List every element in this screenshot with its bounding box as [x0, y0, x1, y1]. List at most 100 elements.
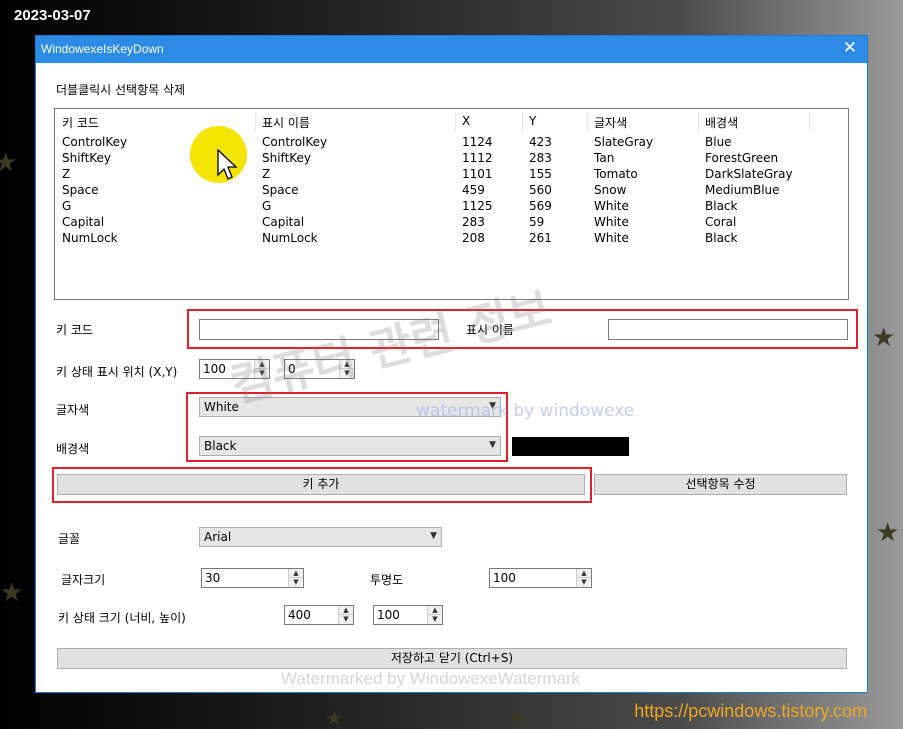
list-cell[interactable]: MediumBlue — [705, 183, 780, 197]
list-cell[interactable]: NumLock — [262, 231, 318, 245]
font-select[interactable]: Arial ▼ — [199, 527, 442, 547]
keycode-label: 키 코드 — [56, 323, 93, 337]
list-cell[interactable]: Capital — [262, 215, 304, 229]
stepper-buttons: ▲ ▼ — [576, 569, 591, 587]
list-cell[interactable]: ControlKey — [262, 135, 327, 149]
delete-hint: 더블클릭시 선택항목 삭제 — [56, 83, 186, 97]
stepper-buttons: ▲ ▼ — [427, 606, 442, 624]
list-cell[interactable]: 59 — [529, 215, 544, 229]
list-cell[interactable]: 459 — [462, 183, 485, 197]
list-cell[interactable]: 261 — [529, 231, 552, 245]
list-cell[interactable]: White — [594, 231, 629, 245]
stepper-down-icon[interactable]: ▼ — [428, 615, 442, 624]
box-width-stepper[interactable]: 400 ▲ ▼ — [284, 605, 354, 625]
column-header-back-color[interactable]: 배경색 — [705, 114, 738, 131]
chevron-down-icon: ▼ — [489, 440, 496, 450]
list-cell[interactable]: Z — [262, 167, 270, 181]
list-cell[interactable]: Capital — [62, 215, 104, 229]
column-header-y[interactable]: Y — [529, 114, 536, 128]
list-cell[interactable]: 1125 — [462, 199, 493, 213]
position-label: 키 상태 표시 위치 (X,Y) — [56, 365, 178, 379]
list-cell[interactable]: 283 — [529, 151, 552, 165]
add-key-button[interactable]: 키 추가 — [57, 474, 585, 495]
column-header-display-name[interactable]: 표시 이름 — [262, 114, 310, 131]
list-cell[interactable]: NumLock — [62, 231, 118, 245]
list-cell[interactable]: Black — [705, 199, 737, 213]
position-x-value: 100 — [203, 362, 226, 376]
list-cell[interactable]: Blue — [705, 135, 732, 149]
list-cell[interactable]: 1124 — [462, 135, 493, 149]
list-cell[interactable]: Z — [62, 167, 70, 181]
column-header-x[interactable]: X — [462, 114, 470, 128]
list-cell[interactable]: 208 — [462, 231, 485, 245]
star-decoration-icon: ★ — [876, 518, 900, 548]
stepper-down-icon[interactable]: ▼ — [339, 615, 353, 624]
star-decoration-icon: ★ — [0, 148, 18, 178]
column-divider — [522, 112, 523, 131]
column-header-keycode[interactable]: 키 코드 — [62, 114, 99, 131]
font-size-stepper[interactable]: 30 ▲ ▼ — [201, 568, 304, 588]
watermark-windowexe: watermark by windowexe — [416, 401, 635, 421]
list-cell[interactable]: ForestGreen — [705, 151, 778, 165]
back-color-select[interactable]: Black ▼ — [199, 436, 501, 456]
back-color-value: Black — [204, 439, 237, 453]
font-value: Arial — [204, 530, 232, 544]
key-list[interactable]: 키 코드 표시 이름 X Y 글자색 배경색 ControlKey Control… — [54, 108, 849, 300]
list-cell[interactable]: Coral — [705, 215, 736, 229]
stepper-up-icon[interactable]: ▲ — [428, 606, 442, 615]
title-bar: WindowexeIsKeyDown ✕ — [36, 36, 867, 63]
list-cell[interactable]: Space — [62, 183, 99, 197]
list-cell[interactable]: Space — [262, 183, 299, 197]
watermark-footer: Watermarked by WindowexeWatermark — [281, 669, 581, 688]
box-size-label: 키 상태 크기 (너비, 높이) — [58, 611, 186, 625]
opacity-label: 투명도 — [370, 573, 404, 587]
list-cell[interactable]: White — [594, 215, 629, 229]
star-decoration-icon: ★ — [325, 706, 343, 729]
stepper-up-icon[interactable]: ▲ — [339, 606, 353, 615]
stepper-down-icon[interactable]: ▼ — [289, 578, 303, 587]
chevron-down-icon: ▼ — [430, 531, 437, 541]
star-decoration-icon: ★ — [508, 704, 526, 728]
list-cell[interactable]: G — [62, 199, 71, 213]
stepper-buttons: ▲ ▼ — [288, 569, 303, 587]
list-cell[interactable]: Tomato — [594, 167, 638, 181]
list-cell[interactable]: 423 — [529, 135, 552, 149]
close-icon[interactable]: ✕ — [843, 38, 857, 58]
stepper-up-icon[interactable]: ▲ — [289, 569, 303, 578]
list-cell[interactable]: ShiftKey — [62, 151, 111, 165]
column-header-fore-color[interactable]: 글자색 — [594, 114, 627, 131]
list-cell[interactable]: ControlKey — [62, 135, 127, 149]
list-cell[interactable]: Snow — [594, 183, 626, 197]
column-divider — [587, 112, 588, 131]
display-name-input[interactable] — [608, 319, 848, 340]
list-cell[interactable]: 560 — [529, 183, 552, 197]
fore-color-value: White — [204, 400, 239, 414]
opacity-value: 100 — [493, 571, 516, 585]
list-cell[interactable]: 155 — [529, 167, 552, 181]
source-url: https://pcwindows.tistory.com — [634, 701, 867, 721]
stepper-down-icon[interactable]: ▼ — [577, 578, 591, 587]
column-divider — [255, 112, 256, 131]
save-close-button[interactable]: 저장하고 닫기 (Ctrl+S) — [57, 648, 847, 669]
list-cell[interactable]: ShiftKey — [262, 151, 311, 165]
list-cell[interactable]: G — [262, 199, 271, 213]
list-cell[interactable]: SlateGray — [594, 135, 653, 149]
list-cell[interactable]: White — [594, 199, 629, 213]
opacity-stepper[interactable]: 100 ▲ ▼ — [489, 568, 592, 588]
date-stamp: 2023-03-07 — [14, 7, 91, 24]
list-cell[interactable]: 569 — [529, 199, 552, 213]
box-height-stepper[interactable]: 100 ▲ ▼ — [373, 605, 443, 625]
list-cell[interactable]: 283 — [462, 215, 485, 229]
back-color-label: 배경색 — [56, 442, 90, 456]
star-decoration-icon: ★ — [872, 323, 896, 353]
list-cell[interactable]: 1101 — [462, 167, 493, 181]
font-size-value: 30 — [205, 571, 221, 585]
mouse-cursor-icon — [217, 149, 238, 180]
column-divider — [455, 112, 456, 131]
list-cell[interactable]: Black — [705, 231, 737, 245]
edit-selected-button[interactable]: 선택항목 수정 — [594, 474, 847, 495]
list-cell[interactable]: Tan — [594, 151, 614, 165]
list-cell[interactable]: DarkSlateGray — [705, 167, 793, 181]
list-cell[interactable]: 1112 — [462, 151, 493, 165]
stepper-up-icon[interactable]: ▲ — [577, 569, 591, 578]
